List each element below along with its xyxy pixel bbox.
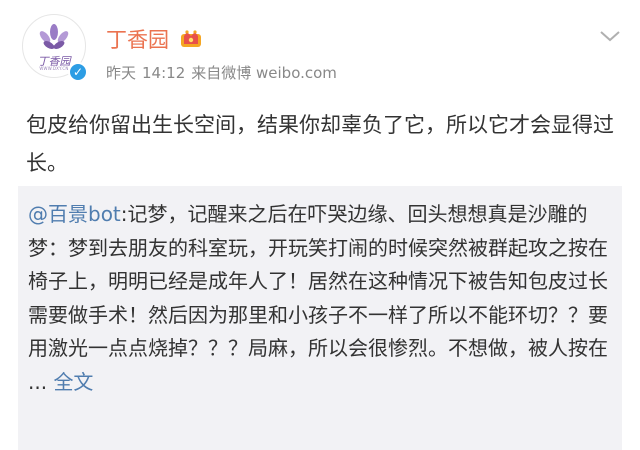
chevron-down-icon[interactable] bbox=[598, 28, 622, 44]
lilac-flower-icon bbox=[39, 24, 69, 49]
repost-card[interactable]: @百景bot:记梦，记醒来之后在吓哭边缘、回头想想真是沙雕的梦：梦到去朋友的科室… bbox=[18, 186, 622, 450]
weibo-post: 丁香园 WWW.DXY.CN ✓ 丁香园 昨天 14:12 来自微博 weibo.c… bbox=[0, 0, 640, 450]
author-name[interactable]: 丁香园 bbox=[106, 24, 169, 54]
repost-text: @百景bot:记梦，记醒来之后在吓哭边缘、回头想想真是沙雕的梦：梦到去朋友的科室… bbox=[28, 198, 618, 399]
post-source[interactable]: 来自微博 weibo.com bbox=[191, 64, 337, 82]
repost-body: :记梦，记醒来之后在吓哭边缘、回头想想真是沙雕的梦：梦到去朋友的科室玩，开玩笑打… bbox=[28, 202, 608, 394]
post-text: 包皮给你留出生长空间，结果你却辜负了它，所以它才会显得过长。 bbox=[26, 113, 614, 175]
post-date: 昨天 bbox=[106, 64, 137, 82]
full-text-link[interactable]: 全文 bbox=[53, 370, 93, 394]
post-time: 14:12 bbox=[142, 64, 186, 82]
mention-link[interactable]: @百景bot bbox=[28, 202, 121, 226]
crown-badge-icon[interactable] bbox=[180, 28, 202, 48]
verified-badge-icon: ✓ bbox=[68, 62, 88, 82]
post-meta: 昨天 14:12 来自微博 weibo.com bbox=[106, 62, 343, 83]
